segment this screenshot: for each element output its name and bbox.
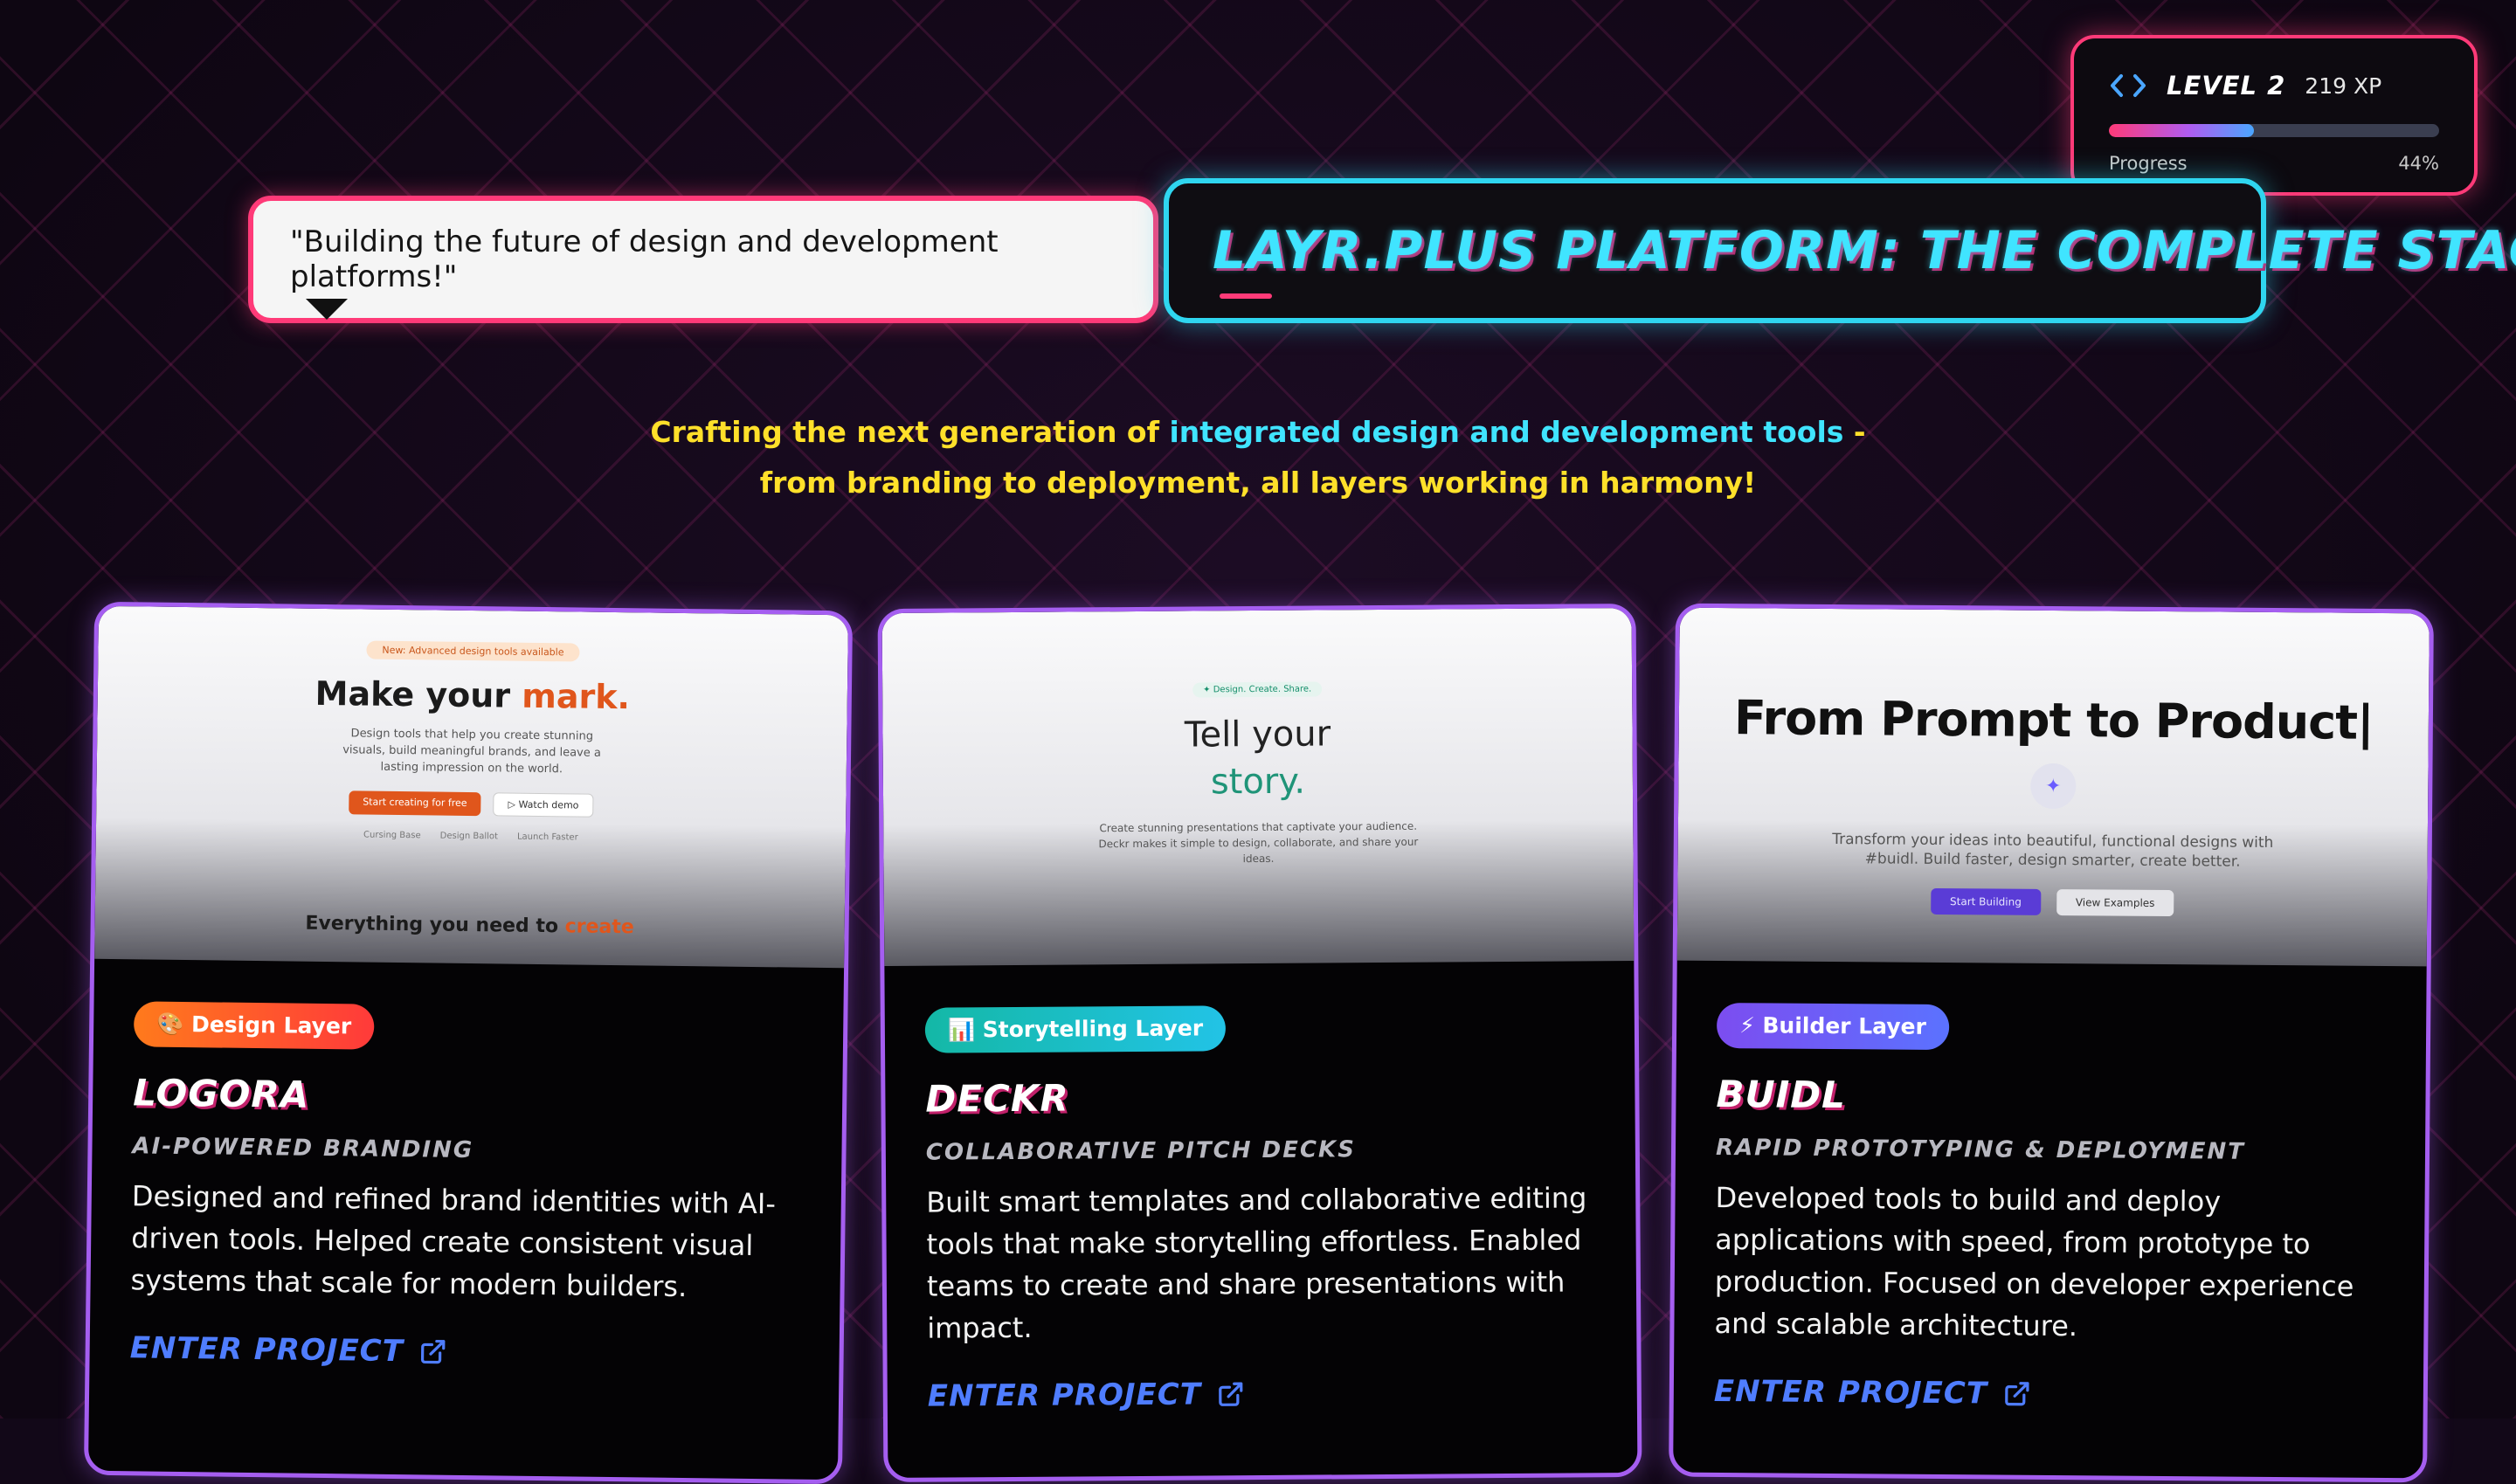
preview-text: Transform your ideas into beautiful, fun… [1832, 831, 2274, 871]
bubble-tail [306, 299, 348, 320]
project-preview: From Prompt to Product| ✦ Transform your… [1676, 607, 2430, 967]
enter-project-link[interactable]: Enter Project [1714, 1374, 2381, 1414]
headline-accent-line [1220, 293, 1272, 299]
level-label: LEVEL 2 [2167, 71, 2286, 100]
project-preview: ✦ Design. Create. Share. Tell your story.… [881, 608, 1635, 966]
tagline-highlight: integrated design [1169, 415, 1460, 449]
page-title: LAYR.PLUS PLATFORM: THE COMPLETE STACK! [1213, 220, 2516, 281]
enter-project-link[interactable]: Enter Project [129, 1330, 797, 1373]
preview-heading: Tell your story. [1184, 714, 1331, 803]
project-subtitle: Collaborative Pitch Decks [925, 1136, 1356, 1166]
project-description: Designed and refined brand identities wi… [130, 1179, 777, 1304]
project-card-buidl[interactable]: From Prompt to Product| ✦ Transform your… [1669, 603, 2434, 1483]
tagline-highlight-and: and [1459, 415, 1541, 449]
enter-project-label: Enter Project [129, 1330, 404, 1370]
progress-label: Progress [2109, 153, 2188, 174]
project-title: LOGORA [132, 1071, 310, 1116]
preview-secondary-button: View Examples [2056, 889, 2174, 917]
preview-heading: Make your mark. [314, 673, 631, 717]
sparkle-icon: ✦ [2030, 763, 2077, 810]
preview-badge: ✦ Design. Create. Share. [1192, 681, 1323, 698]
preview-subheading: Everything you need to create [305, 912, 634, 939]
progress-bar-fill [2109, 124, 2255, 137]
preview-text: Design tools that help you create stunni… [342, 727, 601, 777]
preview-primary-button: Start Building [1930, 887, 2041, 915]
external-link-icon [2005, 1382, 2029, 1406]
quote-bubble: "Building the future of design and devel… [248, 196, 1158, 323]
preview-text: Create stunning presentations that capti… [1098, 819, 1419, 866]
preview-feature: Design Ballot [439, 831, 499, 842]
project-description: Built smart templates and collaborative … [926, 1181, 1587, 1345]
project-description: Developed tools to build and deploy appl… [1714, 1180, 2354, 1343]
preview-secondary-button: ▷ Watch demo [493, 792, 594, 818]
layer-tag: 📊 Storytelling Layer [924, 1005, 1227, 1053]
layer-tag: 🎨 Design Layer [133, 1001, 375, 1050]
project-subtitle: Rapid Prototyping & Deployment [1715, 1134, 2246, 1165]
preview-feature: Launch Faster [516, 832, 578, 843]
enter-project-label: Enter Project [1713, 1373, 1988, 1412]
preview-badge: New: Advanced design tools available [366, 640, 580, 662]
project-card-deckr[interactable]: ✦ Design. Create. Share. Tell your story.… [877, 603, 1642, 1483]
preview-primary-button: Start creating for free [349, 790, 481, 817]
project-title: DECKR [925, 1076, 1069, 1121]
xp-value: 219 XP [2305, 72, 2382, 99]
project-title: BUIDL [1716, 1072, 1847, 1117]
project-card-logora[interactable]: New: Advanced design tools available Mak… [83, 601, 854, 1484]
enter-project-label: Enter Project [927, 1377, 1202, 1414]
headline-box: LAYR.PLUS PLATFORM: THE COMPLETE STACK! [1164, 178, 2516, 323]
external-link-icon [1219, 1382, 1243, 1406]
preview-feature: Cursing Base [363, 830, 421, 841]
code-icon [2111, 74, 2146, 97]
progress-percent: 44% [2398, 153, 2439, 174]
preview-heading: From Prompt to Product| [1733, 690, 2374, 750]
xp-panel: LEVEL 2 219 XP Progress 44% [2070, 35, 2478, 196]
layer-tag: ⚡ Builder Layer [1716, 1002, 1950, 1051]
tagline: Crafting the next generation of integrat… [612, 407, 1904, 508]
tagline-highlight: development tools [1540, 415, 1844, 449]
project-preview: New: Advanced design tools available Mak… [94, 605, 849, 969]
external-link-icon [421, 1339, 446, 1364]
tagline-text: Crafting the next generation of [650, 415, 1170, 449]
progress-bar [2109, 124, 2439, 137]
quote-text: "Building the future of design and devel… [290, 224, 999, 294]
project-subtitle: AI-Powered Branding [132, 1133, 474, 1164]
enter-project-link[interactable]: Enter Project [927, 1374, 1595, 1414]
